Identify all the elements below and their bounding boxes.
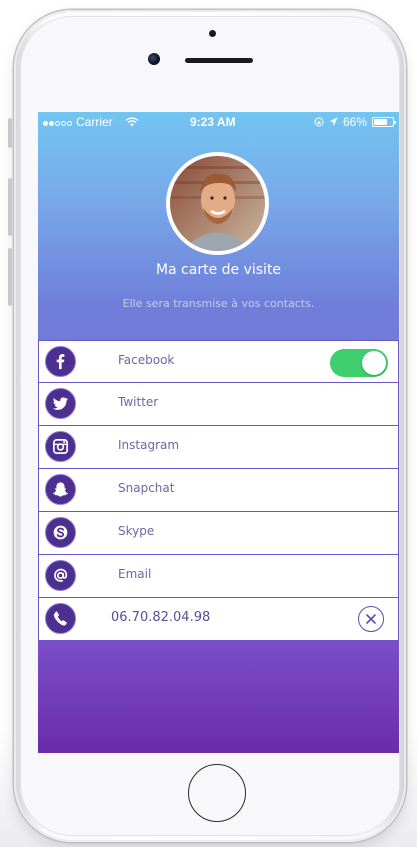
page-title: Ma carte de visite: [155, 262, 282, 278]
instagram-icon: [45, 431, 76, 462]
at-icon: [45, 560, 76, 591]
status-time: 9:23 AM: [190, 115, 236, 129]
phone-number-field[interactable]: 06.70.82.04.98: [111, 610, 210, 625]
list-item-label: Twitter: [118, 395, 159, 409]
wifi-icon: [125, 117, 138, 127]
profile-avatar[interactable]: [166, 152, 269, 255]
list-item-email[interactable]: Email: [38, 555, 399, 598]
list-item-label: Skype: [118, 524, 155, 538]
facebook-icon: [45, 346, 76, 377]
battery-icon: [372, 117, 396, 127]
twitter-icon: [45, 388, 76, 419]
mute-switch: [8, 118, 12, 148]
list-item-phone[interactable]: 06.70.82.04.98: [38, 598, 399, 641]
proximity-sensor: [209, 30, 216, 37]
volume-down-button: [8, 248, 12, 306]
battery-percent: 66%: [342, 115, 367, 129]
phone-icon: [45, 603, 76, 634]
list-item-snapchat[interactable]: Snapchat: [38, 469, 399, 512]
avatar-photo: [170, 156, 265, 251]
list-item-twitter[interactable]: Twitter: [38, 383, 399, 426]
volume-up-button: [8, 178, 12, 236]
list-item-skype[interactable]: Skype: [38, 512, 399, 555]
clear-button[interactable]: [358, 606, 384, 632]
status-bar: Carrier 9:23 AM 66%: [38, 112, 399, 132]
location-arrow-icon: [329, 117, 338, 126]
list-item-label: Email: [118, 567, 152, 581]
close-icon: [366, 614, 376, 624]
snapchat-icon: [45, 474, 76, 505]
skype-icon: [45, 517, 76, 548]
facebook-toggle[interactable]: [330, 349, 388, 377]
app-screen: Carrier 9:23 AM 66% Ma carte de visite E…: [38, 112, 399, 753]
list-item-instagram[interactable]: Instagram: [38, 426, 399, 469]
list-item-label: Snapchat: [118, 481, 175, 495]
list-item-facebook[interactable]: Facebook: [38, 340, 399, 383]
page-subtitle: Elle sera transmise à vos contacts.: [122, 297, 315, 310]
networks-list: Facebook Twitter Instagram Snapchat Skyp…: [38, 340, 399, 641]
home-button[interactable]: [188, 764, 246, 822]
list-item-label: Instagram: [118, 438, 180, 452]
list-item-label: Facebook: [118, 353, 175, 367]
orientation-lock-icon: [314, 117, 324, 127]
carrier-name: Carrier: [76, 115, 113, 129]
front-camera: [148, 53, 160, 65]
signal-strength-icon: [43, 115, 73, 129]
earpiece-speaker: [185, 58, 253, 63]
